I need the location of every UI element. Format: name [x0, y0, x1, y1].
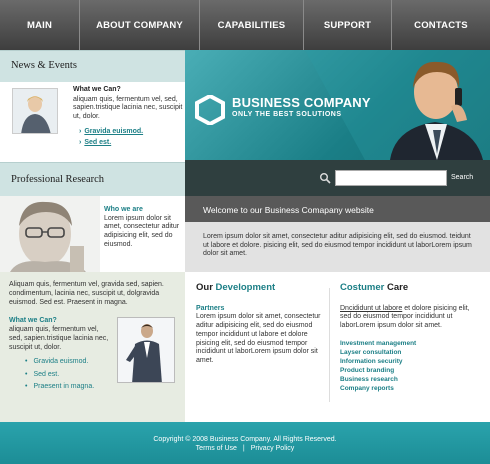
professional-research-heading: Professional Research	[0, 162, 185, 196]
footer-separator: |	[242, 445, 245, 452]
nav-item-contacts[interactable]: CONTACTS	[392, 0, 490, 50]
left-info-panel: Aliquam quis, fermentum vel, gravida sed…	[0, 272, 185, 422]
who-we-are-heading: Who we are	[104, 206, 143, 213]
welcome-title: Welcome to our Business Comapany website	[185, 196, 490, 222]
news-item-heading: What we Can?	[73, 86, 121, 93]
woman-photo	[12, 88, 58, 134]
left-what-we-can-text: aliquam quis, fermentum vel, sed, sapien…	[9, 326, 109, 351]
customer-care-lead-link[interactable]: Dncididunt ut labore	[340, 305, 402, 312]
professional-panel: Who we are Lorem ipsum dolor sit amet, c…	[0, 196, 185, 272]
businessman-photo	[117, 317, 175, 383]
customer-care-heading-b: Care	[386, 282, 409, 293]
search-button[interactable]: Search	[451, 170, 477, 186]
partners-heading: Partners	[196, 304, 225, 312]
news-link-sed-est[interactable]: Sed est.	[79, 137, 183, 148]
nav-item-main[interactable]: MAIN	[0, 0, 80, 50]
nav-item-capabilities[interactable]: CAPABILITIES	[200, 0, 304, 50]
care-link-investment[interactable]: Investment management	[340, 339, 480, 348]
left-link-praesent[interactable]: Praesent in magna.	[25, 381, 109, 394]
care-link-product-branding[interactable]: Product branding	[340, 366, 480, 375]
care-link-company-reports[interactable]: Company reports	[340, 384, 480, 393]
privacy-policy-link[interactable]: Privacy Policy	[251, 445, 295, 452]
man-glasses-photo	[0, 196, 100, 272]
who-we-are-block: Who we are Lorem ipsum dolor sit amet, c…	[104, 206, 184, 250]
news-item-text: aliquam quis, fermentum vel, sed, sapien…	[73, 95, 183, 121]
left-link-sed-est[interactable]: Sed est.	[25, 369, 109, 382]
footer: Copyright © 2008 Business Company. All R…	[0, 422, 490, 464]
brand-name: BUSINESS COMPANY	[232, 95, 371, 110]
customer-care-heading: Costumer Care	[340, 282, 480, 293]
customer-care-intro: Dncididunt ut labore et dolore pisicing …	[340, 305, 480, 331]
who-we-are-text: Lorem ipsum dolor sit amet, consectetur …	[104, 214, 180, 248]
search-input[interactable]	[335, 170, 447, 186]
care-link-information-security[interactable]: Information security	[340, 357, 480, 366]
column-divider	[329, 288, 330, 402]
nav-item-support[interactable]: SUPPORT	[304, 0, 392, 50]
development-heading: Our Development	[196, 282, 326, 293]
news-link-gravida[interactable]: Gravida euismod.	[79, 126, 183, 137]
news-events-heading: News & Events	[0, 50, 185, 82]
hero-banner: BUSINESS COMPANY ONLY THE BEST SOLUTIONS	[185, 50, 490, 160]
left-what-we-can: What we Can? aliquam quis, fermentum vel…	[9, 316, 109, 394]
left-what-we-can-heading: What we Can?	[9, 317, 57, 324]
care-link-layser[interactable]: Layser consultation	[340, 348, 480, 357]
left-intro-text: Aliquam quis, fermentum vel, gravida sed…	[9, 281, 164, 306]
customer-care-section: Costumer Care Dncididunt ut labore et do…	[340, 282, 480, 393]
copyright-text: Copyright © 2008 Business Company. All R…	[153, 436, 337, 443]
care-link-business-research[interactable]: Business research	[340, 375, 480, 384]
nav-item-about-company[interactable]: ABOUT COMPANY	[80, 0, 200, 50]
development-heading-a: Our	[196, 282, 213, 293]
development-section: Our Development Partners Lorem ipsum dol…	[196, 282, 326, 366]
customer-care-heading-a: Costumer	[340, 282, 385, 293]
brand-tagline: ONLY THE BEST SOLUTIONS	[232, 111, 342, 118]
terms-of-use-link[interactable]: Terms of Use	[196, 445, 237, 452]
welcome-text: Lorem ipsum dolor sit amet, consectetur …	[185, 222, 490, 272]
development-heading-b: Development	[215, 282, 276, 293]
search-bar: Search	[185, 160, 490, 196]
left-link-gravida[interactable]: Gravida euismod.	[25, 356, 109, 369]
news-panel: What we Can? aliquam quis, fermentum vel…	[0, 82, 185, 162]
search-icon	[320, 173, 331, 184]
top-navigation: MAIN ABOUT COMPANY CAPABILITIES SUPPORT …	[0, 0, 490, 50]
hexagon-logo-icon	[195, 95, 225, 125]
news-content: What we Can? aliquam quis, fermentum vel…	[73, 86, 183, 148]
partners-text: Lorem ipsum dolor sit amet, consectetur …	[196, 313, 321, 364]
